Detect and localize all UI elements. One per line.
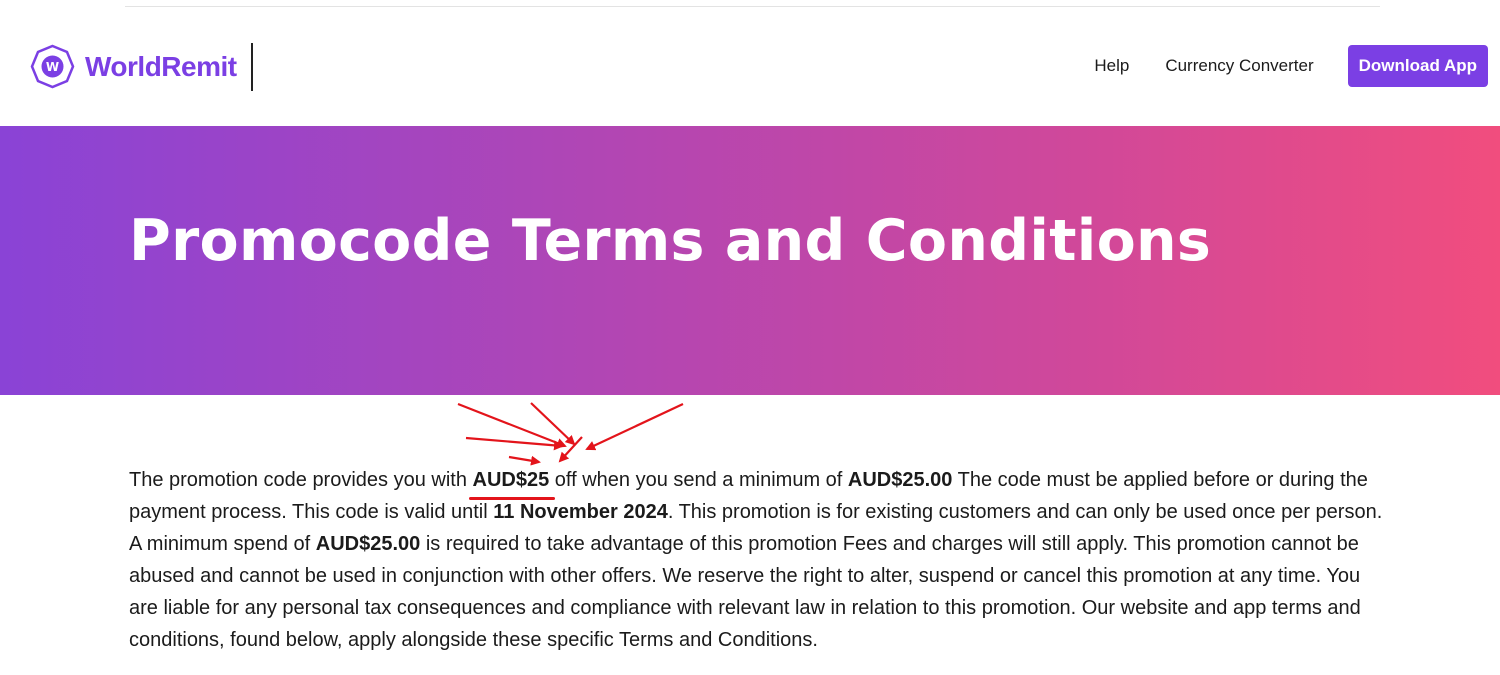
- minimum-amount: AUD$25.00: [847, 469, 953, 491]
- terms-text: off when you send a minimum of: [549, 469, 848, 491]
- annotation-arrow: [585, 403, 684, 451]
- terms-content: The promotion code provides you with AUD…: [129, 464, 1391, 656]
- annotation-arrow: [530, 402, 576, 446]
- minimum-spend-amount: AUD$25.00: [315, 533, 421, 555]
- terms-text: The promotion code provides you with: [129, 469, 473, 491]
- valid-until-date: 11 November 2024: [493, 501, 668, 523]
- annotation-arrow: [508, 455, 541, 466]
- terms-paragraph: The promotion code provides you with AUD…: [129, 464, 1391, 656]
- discount-amount: AUD$25: [472, 469, 550, 491]
